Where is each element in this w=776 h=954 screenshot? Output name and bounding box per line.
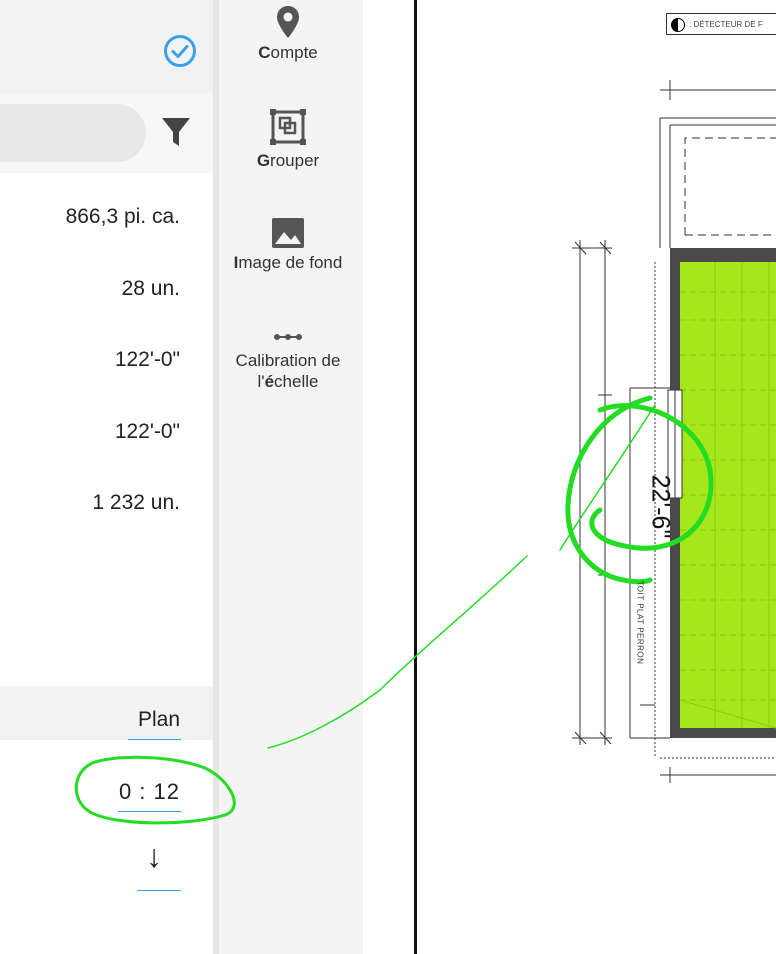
metric-count-value: 28 un. <box>121 277 180 300</box>
metric-area-value: 866,3 pi. ca. <box>65 205 180 228</box>
scale-value[interactable]: 0 : 12 <box>119 779 180 805</box>
check-circle-icon[interactable] <box>163 34 197 68</box>
dimension-label: 22'-6" <box>646 474 675 539</box>
tool-compte-button[interactable]: Compte <box>213 4 363 63</box>
plan-underline <box>128 739 181 740</box>
tool-calibration-label-line2: l'échelle <box>258 372 319 391</box>
canvas-margin <box>363 0 416 954</box>
tool-grouper-button[interactable]: Grouper <box>213 108 363 171</box>
tool-grouper-label: rouper <box>270 151 320 170</box>
metric-total-count-value: 1 232 un. <box>92 491 180 514</box>
tool-compte-label: ompte <box>270 43 318 62</box>
arrow-underline <box>137 890 181 891</box>
image-icon <box>272 218 304 248</box>
arrow-down-icon[interactable]: ↓ <box>146 838 162 875</box>
metric-perimeter-value: 122'-0" <box>114 420 180 443</box>
group-icon <box>270 109 306 145</box>
tool-compte-label-initial: C <box>258 43 271 62</box>
scale-underline <box>118 811 181 812</box>
tool-calibration-label-line1: Calibration de <box>235 351 341 370</box>
calibration-icon <box>274 334 302 340</box>
calib-bold: é <box>264 372 275 391</box>
detector-legend: : DÉTECTEUR DE F <box>666 13 776 35</box>
roof-label: TOIT PLAT PERRON <box>635 580 645 665</box>
blueprint-canvas[interactable] <box>417 0 776 954</box>
tool-calibration-button[interactable]: Calibration de l'échelle <box>213 326 363 392</box>
search-input[interactable] <box>0 104 146 162</box>
plan-row <box>0 686 213 740</box>
calib-post: chelle <box>274 372 319 391</box>
plan-tab[interactable]: Plan <box>138 708 180 732</box>
calib-pre: l' <box>257 372 265 391</box>
metric-length-value: 122'-0" <box>114 348 180 371</box>
tool-grouper-label-initial: G <box>256 151 271 170</box>
map-pin-icon <box>277 6 299 38</box>
measurement-panel: 866,3 pi. ca. 28 un. 122'-0" 122'-0" 1 2… <box>0 0 213 954</box>
tool-image-label: mage de fond <box>238 253 343 272</box>
tool-background-image-button[interactable]: Image de fond <box>213 216 363 273</box>
filter-icon[interactable] <box>161 115 191 149</box>
detector-legend-text: : DÉTECTEUR DE F <box>689 20 763 29</box>
detector-symbol-icon <box>671 18 685 32</box>
